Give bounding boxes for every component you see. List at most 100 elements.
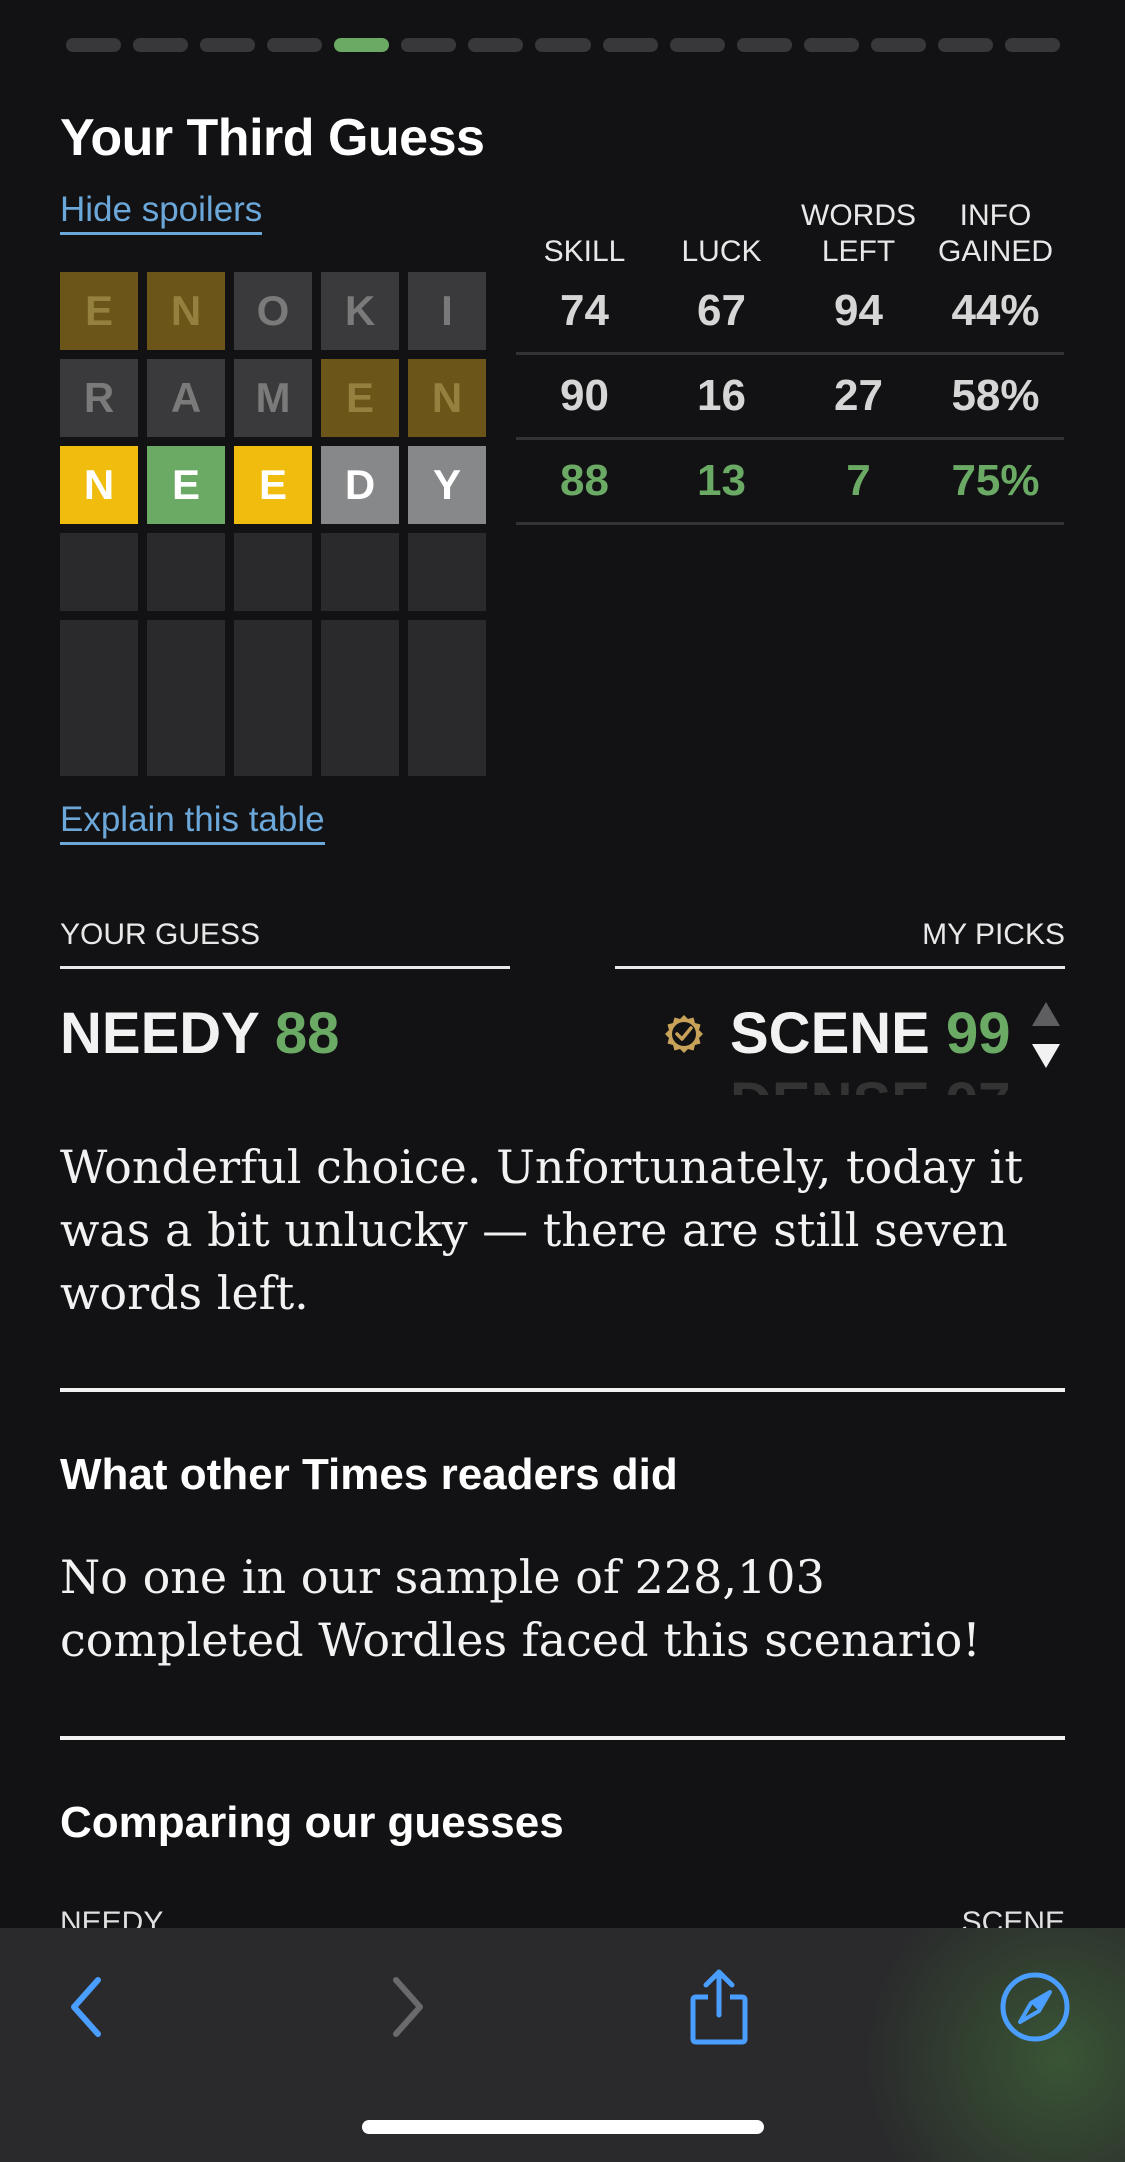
your-guess-rule [60, 966, 510, 969]
compass-icon [1000, 1972, 1070, 2042]
my-pick-word[interactable]: SCENE 99 [730, 1000, 1010, 1067]
stats-row-current: 88 13 7 75% [516, 440, 1064, 525]
words-left-value: 94 [834, 286, 883, 335]
my-picks-label: MY PICKS [922, 918, 1065, 951]
board-tile: E [234, 446, 312, 524]
board-tile: A [147, 359, 225, 437]
comparing-heading: Comparing our guesses [60, 1798, 564, 1847]
forward-icon [393, 1977, 423, 2037]
board-tile-empty [408, 533, 486, 611]
share-button[interactable] [674, 1962, 764, 2052]
stats-header: SKILL LUCK WORDS LEFT INFO GAINED [516, 196, 1064, 270]
board-tile-empty [234, 533, 312, 611]
hide-spoilers-link[interactable]: Hide spoilers [60, 190, 263, 235]
skill-value: 90 [560, 371, 609, 420]
board-tile-empty [147, 620, 225, 776]
luck-value: 67 [697, 286, 746, 335]
progress-segment [669, 38, 725, 52]
guess-board: ENOKIRAMENNEEDY [60, 272, 486, 785]
arrow-down-icon [1032, 1044, 1060, 1068]
board-tile: D [321, 446, 399, 524]
board-row-empty [60, 620, 486, 776]
board-tile-empty [60, 620, 138, 776]
board-tile: R [60, 359, 138, 437]
board-tile: I [408, 272, 486, 350]
pick-word-text: SCENE [730, 1001, 930, 1066]
page-title: Your Third Guess [60, 109, 485, 167]
board-tile-empty [60, 533, 138, 611]
board-tile: E [321, 359, 399, 437]
progress-segment [401, 38, 457, 52]
board-tile-empty [234, 620, 312, 776]
board-tile: O [234, 272, 312, 350]
progress-segment [937, 38, 993, 52]
stats-row: 90 16 27 58% [516, 355, 1064, 440]
progress-segment [200, 38, 256, 52]
header-words-left: WORDS LEFT [801, 199, 916, 268]
progress-segment [803, 38, 859, 52]
board-row: NEEDY [60, 446, 486, 524]
board-row: RAMEN [60, 359, 486, 437]
progress-segment [133, 38, 189, 52]
stats-table: SKILL LUCK WORDS LEFT INFO GAINED 74 67 94… [516, 196, 1064, 525]
board-tile: M [234, 359, 312, 437]
words-left-value: 27 [834, 371, 883, 420]
info-gained-value: 75% [951, 456, 1040, 505]
board-tile: N [60, 446, 138, 524]
progress-bar [66, 38, 1060, 52]
progress-segment [870, 38, 926, 52]
board-row-empty [60, 533, 486, 611]
section-divider [60, 1736, 1065, 1740]
progress-segment [66, 38, 122, 52]
section-divider [60, 1388, 1065, 1392]
board-tile: K [321, 272, 399, 350]
luck-value: 13 [697, 456, 746, 505]
board-tile: N [147, 272, 225, 350]
back-button[interactable] [42, 1962, 132, 2052]
header-skill: SKILL [543, 235, 626, 268]
header-luck: LUCK [681, 235, 762, 268]
progress-segment [1004, 38, 1060, 52]
board-tile-empty [321, 533, 399, 611]
guess-score: 88 [274, 1001, 340, 1066]
your-guess-label: YOUR GUESS [60, 918, 261, 951]
board-tile-empty [147, 533, 225, 611]
info-gained-value: 44% [951, 286, 1040, 335]
forward-button[interactable] [362, 1962, 452, 2052]
words-left-value: 7 [846, 456, 871, 505]
board-tile: E [60, 272, 138, 350]
back-icon [71, 1977, 101, 2037]
others-text: No one in our sample of 228,103 complete… [60, 1550, 981, 1667]
feedback-text: Wonderful choice. Unfortunately, today i… [60, 1140, 1023, 1320]
your-guess-word: NEEDY 88 [60, 1000, 339, 1067]
safari-button[interactable] [990, 1962, 1080, 2052]
progress-segment [267, 38, 323, 52]
progress-segment [334, 38, 390, 52]
stats-row: 74 67 94 44% [516, 270, 1064, 355]
skill-value: 74 [560, 286, 609, 335]
explain-table-link[interactable]: Explain this table [60, 800, 325, 845]
next-pick-peek: DENSE 97 [730, 1075, 1010, 1095]
others-heading: What other Times readers did [60, 1450, 678, 1499]
board-tile: N [408, 359, 486, 437]
guess-word-text: NEEDY [60, 1001, 259, 1066]
board-tile-empty [321, 620, 399, 776]
skill-value: 88 [560, 456, 609, 505]
board-tile: E [147, 446, 225, 524]
header-info-gained: INFO GAINED [937, 199, 1054, 268]
progress-segment [535, 38, 591, 52]
board-tile-empty [408, 620, 486, 776]
board-row: ENOKI [60, 272, 486, 350]
progress-segment [736, 38, 792, 52]
board-tile: Y [408, 446, 486, 524]
my-picks-rule [615, 966, 1065, 969]
progress-segment [468, 38, 524, 52]
arrow-up-icon [1032, 1002, 1060, 1026]
pick-score: 99 [945, 1001, 1011, 1066]
share-icon [690, 1969, 748, 2045]
home-indicator[interactable] [362, 2120, 764, 2134]
verified-badge-icon [665, 1015, 703, 1053]
progress-segment [602, 38, 658, 52]
luck-value: 16 [697, 371, 746, 420]
pick-stepper[interactable] [1028, 1000, 1064, 1072]
